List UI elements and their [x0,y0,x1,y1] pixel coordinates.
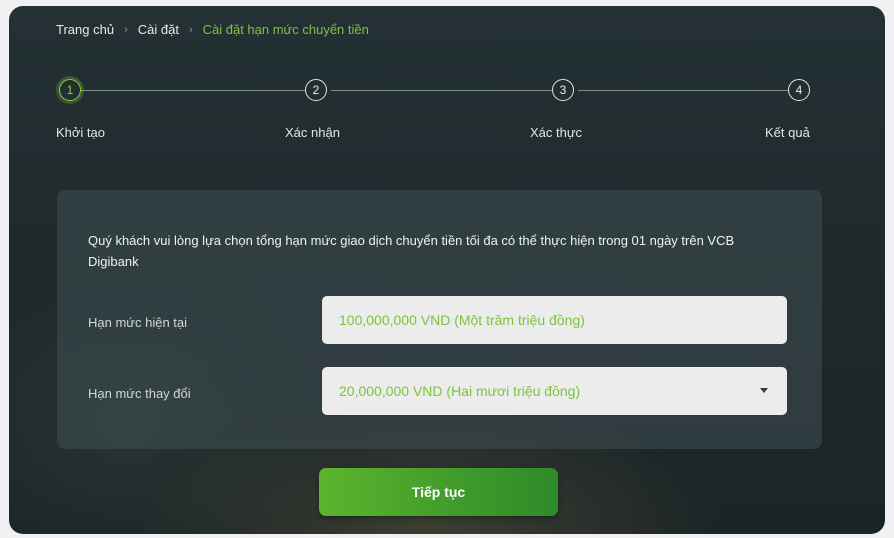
current-limit-label: Hạn mức hiện tại [88,315,188,330]
transfer-limit-card: Trang chủ › Cài đặt › Cài đặt hạn mức ch… [9,6,885,534]
step-2-label: Xác nhận [285,125,340,140]
step-3-label: Xác thực [530,125,583,140]
step-2-circle: 2 [305,79,327,101]
breadcrumb-current: Cài đặt hạn mức chuyển tiền [202,22,369,37]
step-4-label: Kết quả [765,125,810,140]
new-limit-label: Hạn mức thay đổi [88,386,191,401]
limit-form-panel: Quý khách vui lòng lựa chọn tổng hạn mức… [57,190,822,449]
new-limit-select[interactable]: 20,000,000 VND (Hai mươi triệu đồng) [322,367,787,415]
current-limit-field: 100,000,000 VND (Một trăm triệu đồng) [322,296,787,344]
step-1-circle: 1 [59,79,81,101]
step-3-circle: 3 [552,79,574,101]
instruction-text: Quý khách vui lòng lựa chọn tổng hạn mức… [88,233,735,269]
stepper-connector [81,90,305,91]
current-limit-value: 100,000,000 VND (Một trăm triệu đồng) [339,312,585,328]
step-4-circle: 4 [788,79,810,101]
stepper-connector [578,90,788,91]
new-limit-value: 20,000,000 VND (Hai mươi triệu đồng) [339,383,581,399]
step-1-label: Khởi tạo [56,125,105,140]
breadcrumb: Trang chủ › Cài đặt › Cài đặt hạn mức ch… [56,22,369,37]
continue-button[interactable]: Tiếp tục [319,468,558,516]
stepper-connector [331,90,552,91]
chevron-right-icon: › [124,23,128,36]
chevron-down-icon [760,388,768,393]
breadcrumb-home[interactable]: Trang chủ [56,22,114,37]
breadcrumb-settings[interactable]: Cài đặt [138,22,179,37]
chevron-right-icon: › [188,23,193,36]
